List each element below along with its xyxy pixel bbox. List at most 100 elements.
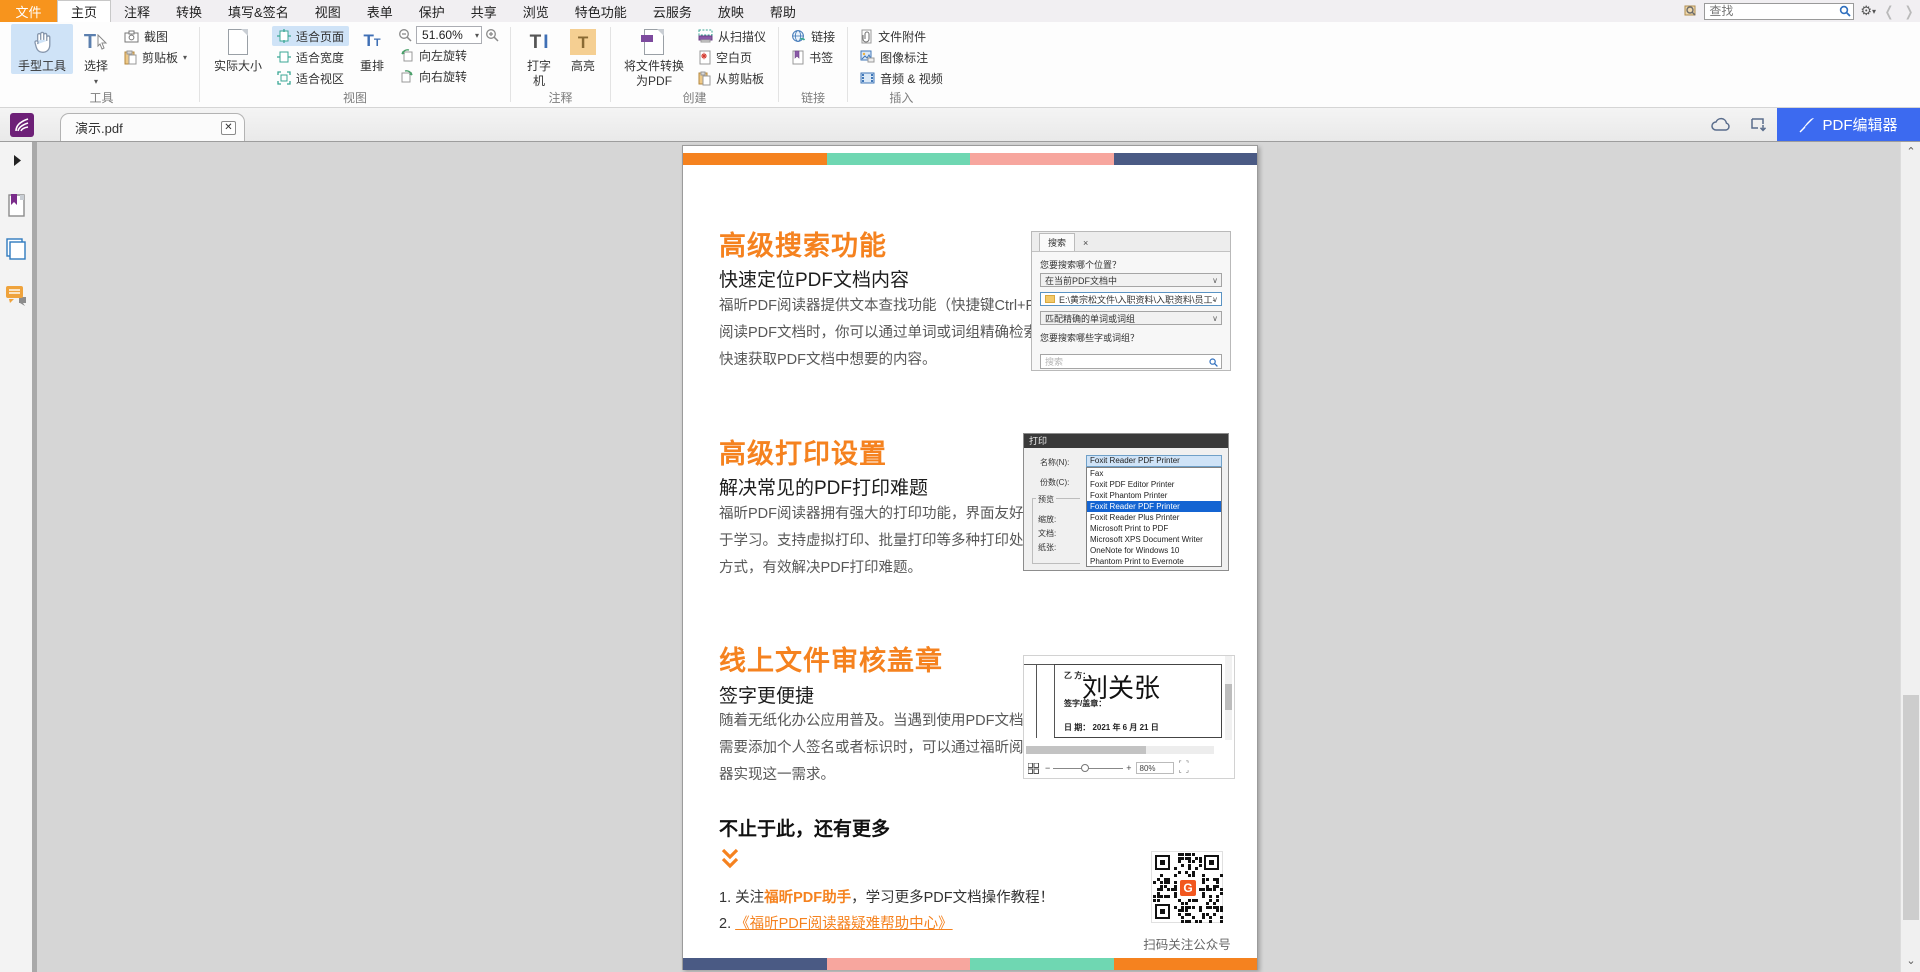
audio-video-button[interactable]: 音频 & 视频: [855, 68, 948, 88]
globe-link-icon: [791, 29, 806, 44]
figure-path-select: E:\黄宗松文件\入职资料\入职资料\员工-∨: [1040, 292, 1222, 306]
figure-zoom-plus: +: [1126, 763, 1131, 773]
qr-caption: 扫码关注公众号: [1121, 934, 1253, 953]
menu-tab-slideshow[interactable]: 放映: [705, 0, 757, 22]
vertical-scrollbar[interactable]: ⌃ ⌄: [1900, 142, 1920, 972]
fit-visible-button[interactable]: 适合视区: [272, 68, 349, 88]
bookmark-button[interactable]: 书签: [786, 47, 840, 67]
convert-to-pdf-icon: [644, 27, 664, 57]
figure-search-tab-close: ×: [1083, 238, 1088, 251]
actual-size-button[interactable]: 实际大小: [207, 24, 269, 74]
convert-to-pdf-label: 将文件转换为PDF: [623, 59, 685, 89]
search-panel-figure: 搜索 × 您要搜索哪个位置？ 在当前PDF文档中∨ E:\黄宗松文件\入职资料\…: [1031, 231, 1231, 371]
pdf-editor-label: PDF编辑器: [1822, 114, 1897, 135]
ribbon-group-comment-label: 注释: [518, 90, 603, 107]
gear-icon[interactable]: ⚙▾: [1860, 3, 1876, 19]
ribbon-group-view-label: 视图: [207, 90, 503, 107]
figure-search-q1: 您要搜索哪个位置？: [1040, 258, 1230, 271]
nav-back-icon[interactable]: ❬: [1882, 3, 1896, 20]
clipboard-icon: [124, 50, 137, 65]
figure-printer-selected: Foxit Reader PDF Printer: [1087, 501, 1221, 512]
tab-close-icon[interactable]: ✕: [221, 121, 236, 135]
fit-visible-icon: [277, 71, 291, 85]
ribbon-group-insert-label: 插入: [855, 90, 948, 107]
find-tool-icon[interactable]: [1684, 4, 1698, 18]
sidebar-pages-icon[interactable]: [5, 238, 29, 262]
snapshot-button[interactable]: 截图: [119, 26, 192, 46]
zoom-in-icon[interactable]: [485, 28, 500, 43]
menu-tab-view[interactable]: 视图: [302, 0, 354, 22]
menu-tab-comment[interactable]: 注释: [111, 0, 163, 22]
convert-to-pdf-button[interactable]: 将文件转换为PDF: [618, 24, 690, 89]
zoom-out-icon[interactable]: [398, 28, 413, 43]
bookmark-icon: [791, 50, 804, 65]
cloud-icon[interactable]: [1710, 117, 1732, 133]
menu-tab-fill-sign[interactable]: 填写&签名: [215, 0, 302, 22]
more-item-2: 2. 《福昕PDF阅读器疑难帮助中心》: [719, 912, 953, 933]
sidebar-splitter[interactable]: [32, 142, 37, 972]
menu-file-button[interactable]: 文件: [0, 0, 57, 22]
clipboard-button[interactable]: 剪贴板 ▾: [119, 47, 192, 67]
rotate-left-icon: [400, 48, 414, 62]
reflow-label: 重排: [360, 59, 384, 74]
foxit-logo-icon[interactable]: [10, 113, 34, 137]
reflow-button[interactable]: TT 重排: [352, 24, 392, 74]
print-section-title: 高级打印设置: [719, 432, 887, 471]
from-clipboard-button[interactable]: 从剪贴板: [693, 68, 771, 88]
from-scanner-button[interactable]: 从扫描仪: [693, 26, 771, 46]
menu-tab-features[interactable]: 特色功能: [562, 0, 640, 22]
quill-icon: [1799, 117, 1815, 133]
folder-icon: [1045, 295, 1055, 303]
rotate-right-label: 向右旋转: [419, 68, 467, 85]
pdf-editor-button[interactable]: PDF编辑器: [1777, 108, 1920, 141]
menu-tab-cloud[interactable]: 云服务: [640, 0, 705, 22]
rotate-right-button[interactable]: 向右旋转: [395, 66, 503, 86]
menu-tab-help[interactable]: 帮助: [757, 0, 809, 22]
typewriter-button[interactable]: TI 打字机: [518, 24, 560, 89]
sidebar-expand-arrow-icon[interactable]: [5, 148, 29, 172]
blank-page-label: 空白页: [716, 49, 752, 66]
fit-width-icon: [277, 50, 291, 64]
scroll-down-icon[interactable]: ⌄: [1902, 953, 1920, 970]
share-download-icon[interactable]: [1750, 117, 1768, 133]
document-tab[interactable]: 演示.pdf ✕: [60, 113, 245, 141]
highlight-button[interactable]: T 高亮: [563, 24, 603, 74]
menu-tab-form[interactable]: 表单: [354, 0, 406, 22]
pdf-page: 高级搜索功能 快速定位PDF文档内容 福昕PDF阅读器提供文本查找功能（快捷键C…: [682, 145, 1258, 970]
image-annotation-button[interactable]: 图像标注: [855, 47, 948, 67]
page-bottom-color-bar: [683, 958, 1257, 970]
menu-tab-protect[interactable]: 保护: [406, 0, 458, 22]
ribbon-group-create: 将文件转换为PDF 从扫描仪 空白页 从剪贴板 创建: [611, 22, 778, 107]
rotate-left-label: 向左旋转: [419, 47, 467, 64]
figure-date-label: 日 期： 2021 年 6 月 21 日: [1064, 722, 1159, 733]
qr-code: G: [1151, 851, 1223, 923]
fit-page-button[interactable]: 适合页面: [272, 26, 349, 46]
ribbon: 手型工具 T 选择 ▾ 截图 剪贴板 ▾ 工具: [0, 22, 1920, 108]
figure-pages-grid-icon: [1028, 763, 1039, 774]
scroll-up-icon[interactable]: ⌃: [1902, 144, 1920, 161]
zoom-level-combobox[interactable]: 51.60% ▾: [416, 26, 482, 44]
select-cursor-icon: T: [84, 27, 108, 57]
menu-tab-browse[interactable]: 浏览: [510, 0, 562, 22]
figure-location-select: 在当前PDF文档中∨: [1040, 273, 1222, 287]
sidebar-comments-icon[interactable]: [5, 284, 29, 308]
menu-tab-convert[interactable]: 转换: [163, 0, 215, 22]
file-attachment-button[interactable]: 文件附件: [855, 26, 948, 46]
figure-zoom-minus: −: [1045, 763, 1050, 773]
hand-tool-button[interactable]: 手型工具: [11, 24, 73, 74]
typewriter-icon: TI: [530, 27, 549, 57]
image-annotation-label: 图像标注: [880, 49, 928, 66]
scrollbar-thumb[interactable]: [1903, 695, 1919, 920]
sidebar-bookmarks-icon[interactable]: [5, 194, 29, 218]
rotate-left-button[interactable]: 向左旋转: [395, 45, 503, 65]
menu-tab-share[interactable]: 共享: [458, 0, 510, 22]
nav-forward-icon[interactable]: ❭: [1902, 3, 1916, 20]
fit-width-button[interactable]: 适合宽度: [272, 47, 349, 67]
link-button[interactable]: 链接: [786, 26, 840, 46]
select-tool-button[interactable]: T 选择 ▾: [76, 24, 116, 89]
blank-page-button[interactable]: 空白页: [693, 47, 771, 67]
find-input[interactable]: [1704, 3, 1854, 20]
help-center-link[interactable]: 《福昕PDF阅读器疑难帮助中心》: [735, 916, 953, 932]
menu-tab-home[interactable]: 主页: [57, 0, 111, 22]
link-label: 链接: [811, 28, 835, 45]
